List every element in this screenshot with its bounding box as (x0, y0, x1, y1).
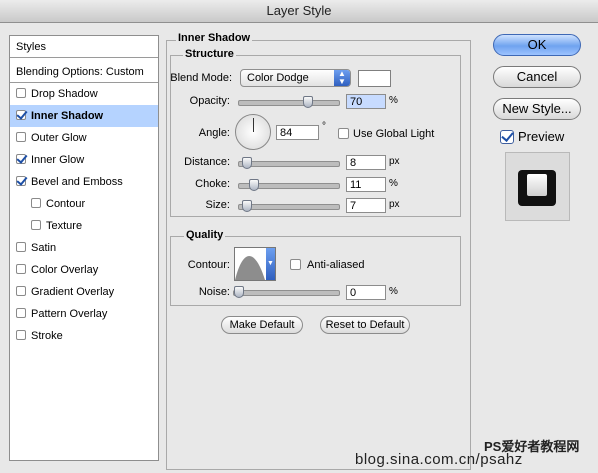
blend-mode-value: Color Dodge (247, 72, 309, 84)
choke-label: Choke: (195, 178, 230, 190)
style-item-inner-glow[interactable]: Inner Glow (10, 149, 158, 171)
preview-shape (518, 170, 556, 206)
size-thumb[interactable] (242, 200, 252, 212)
angle-unit: ° (322, 121, 326, 132)
distance-thumb[interactable] (242, 157, 252, 169)
style-item-label: Texture (46, 220, 83, 232)
ok-button[interactable]: OK (493, 34, 581, 56)
style-item-checkbox[interactable] (16, 154, 26, 164)
select-arrows-icon: ▲ ▼ (334, 70, 350, 86)
new-style-button[interactable]: New Style... (493, 98, 581, 120)
preview-thumbnail (505, 152, 570, 221)
noise-slider[interactable] (233, 286, 340, 298)
choke-thumb[interactable] (249, 179, 259, 191)
cancel-button[interactable]: Cancel (493, 66, 581, 88)
style-item-label: Stroke (31, 330, 63, 342)
style-item-checkbox[interactable] (16, 330, 26, 340)
contour-curve-icon (235, 256, 265, 280)
style-item-label: Drop Shadow (31, 88, 98, 100)
size-field[interactable]: 7 (346, 198, 386, 213)
choke-slider[interactable] (238, 179, 340, 191)
panel-title: Inner Shadow (176, 32, 253, 44)
style-item-stroke[interactable]: Stroke (10, 325, 158, 347)
style-item-label: Satin (31, 242, 57, 254)
style-item-label: Outer Glow (31, 132, 87, 144)
quality-title: Quality (184, 229, 226, 241)
distance-label: Distance: (184, 156, 230, 168)
style-item-checkbox[interactable] (16, 264, 26, 274)
noise-label: Noise: (198, 286, 230, 298)
style-item-label: Bevel and Emboss (31, 176, 123, 188)
style-item-label: Color Overlay (31, 264, 99, 276)
noise-thumb[interactable] (234, 286, 244, 298)
size-slider[interactable] (238, 200, 340, 212)
angle-dial[interactable] (235, 114, 271, 150)
style-item-label: Gradient Overlay (31, 286, 115, 298)
contour-dropdown-icon[interactable]: ▼ (266, 248, 275, 280)
use-global-light-checkbox[interactable] (338, 128, 349, 139)
style-item-checkbox[interactable] (31, 220, 41, 230)
dialog-body: Styles Blending Options: Custom Drop Sha… (0, 23, 598, 473)
choke-field[interactable]: 11 (346, 177, 386, 192)
style-item-checkbox[interactable] (16, 242, 26, 252)
opacity-label: Opacity: (189, 95, 230, 107)
contour-picker[interactable]: ▼ (234, 247, 276, 281)
watermark-url: blog.sina.com.cn/psahz (355, 451, 523, 468)
styles-list: Styles Blending Options: Custom Drop Sha… (9, 35, 159, 461)
opacity-thumb[interactable] (303, 96, 313, 108)
distance-unit: px (389, 156, 400, 167)
size-label: Size: (205, 199, 230, 211)
blend-color-swatch[interactable] (358, 70, 391, 87)
anti-aliased-checkbox[interactable] (290, 259, 301, 270)
style-item-label: Pattern Overlay (31, 308, 108, 320)
style-item-checkbox[interactable] (31, 198, 41, 208)
style-item-checkbox[interactable] (16, 88, 26, 98)
angle-field[interactable]: 84 (276, 125, 319, 140)
angle-needle-icon (253, 118, 254, 132)
style-item-outer-glow[interactable]: Outer Glow (10, 127, 158, 149)
style-item-color-overlay[interactable]: Color Overlay (10, 259, 158, 281)
noise-field[interactable]: 0 (346, 285, 386, 300)
preview-label: Preview (518, 129, 565, 144)
style-item-checkbox[interactable] (16, 176, 26, 186)
opacity-field[interactable]: 70 (346, 94, 386, 109)
style-item-gradient-overlay[interactable]: Gradient Overlay (10, 281, 158, 303)
noise-unit: % (389, 286, 398, 297)
contour-label: Contour: (187, 259, 230, 271)
style-item-label: Inner Glow (31, 154, 85, 166)
opacity-unit: % (389, 95, 398, 106)
distance-field[interactable]: 8 (346, 155, 386, 170)
style-item-checkbox[interactable] (16, 110, 26, 120)
styles-header[interactable]: Styles (10, 36, 158, 58)
style-item-label: Contour (46, 198, 86, 210)
reset-default-button[interactable]: Reset to Default (320, 316, 410, 334)
blend-mode-select[interactable]: Color Dodge ▲ ▼ (240, 69, 351, 87)
style-item-contour[interactable]: Contour (10, 193, 158, 215)
style-item-drop-shadow[interactable]: Drop Shadow (10, 83, 158, 105)
window-title: Layer Style (0, 0, 598, 23)
style-item-satin[interactable]: Satin (10, 237, 158, 259)
style-item-inner-shadow[interactable]: Inner Shadow (10, 105, 158, 127)
angle-label: Angle: (198, 127, 230, 139)
structure-title: Structure (183, 48, 236, 60)
anti-aliased-label: Anti-aliased (307, 259, 365, 271)
make-default-button[interactable]: Make Default (221, 316, 303, 334)
blending-options-item[interactable]: Blending Options: Custom (10, 61, 158, 83)
style-item-checkbox[interactable] (16, 286, 26, 296)
style-item-checkbox[interactable] (16, 308, 26, 318)
choke-unit: % (389, 178, 398, 189)
distance-slider[interactable] (238, 157, 340, 169)
use-global-light-label: Use Global Light (353, 128, 435, 140)
style-item-label: Inner Shadow (31, 110, 104, 122)
blend-mode-label: Blend Mode: (170, 72, 232, 84)
size-unit: px (389, 199, 400, 210)
opacity-slider[interactable] (238, 96, 340, 108)
preview-checkbox[interactable] (500, 130, 514, 144)
style-item-checkbox[interactable] (16, 132, 26, 142)
style-item-bevel-and-emboss[interactable]: Bevel and Emboss (10, 171, 158, 193)
style-item-texture[interactable]: Texture (10, 215, 158, 237)
style-item-pattern-overlay[interactable]: Pattern Overlay (10, 303, 158, 325)
